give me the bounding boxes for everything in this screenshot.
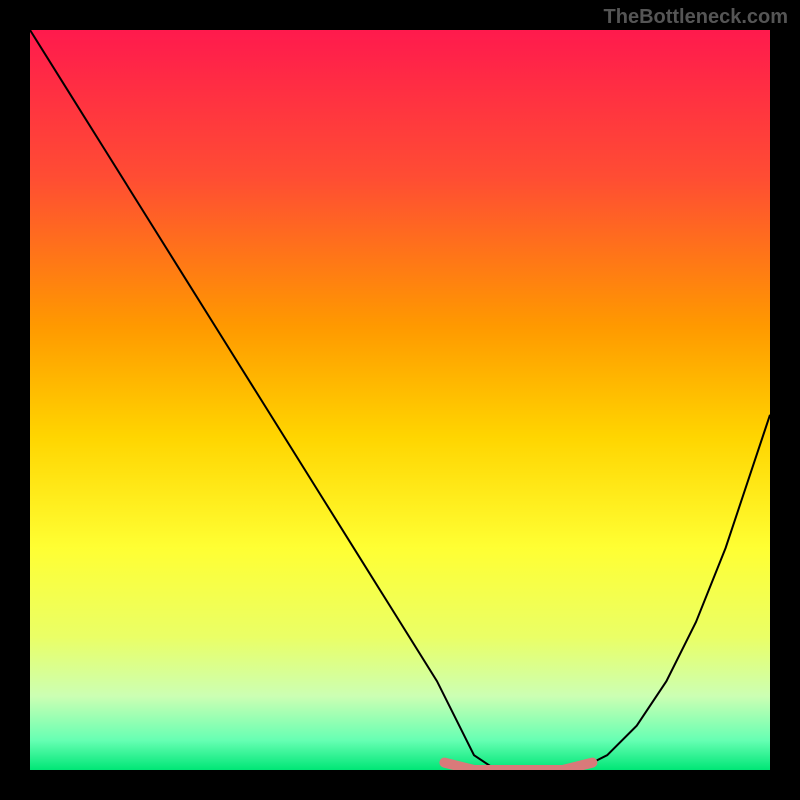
bottleneck-chart xyxy=(30,30,770,770)
chart-svg xyxy=(30,30,770,770)
watermark-text: TheBottleneck.com xyxy=(604,6,788,29)
gradient-background xyxy=(30,30,770,770)
